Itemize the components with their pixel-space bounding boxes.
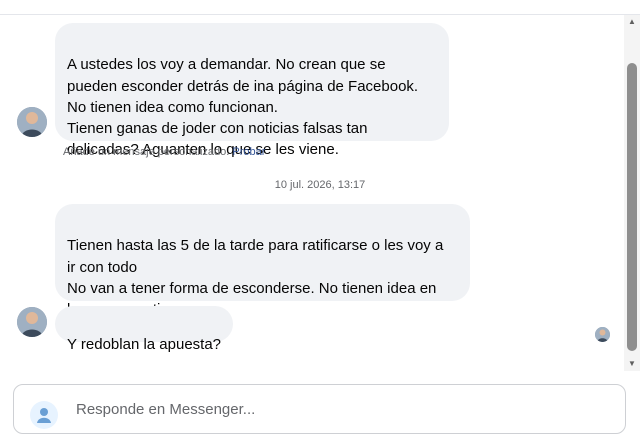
custom-message-hint: Añade un mensaje personalizado. Probar <box>63 146 265 158</box>
scrollbar[interactable]: ▲ ▼ <box>624 15 640 371</box>
seen-avatar-icon <box>595 327 610 342</box>
user-avatar-icon <box>17 307 47 337</box>
message-bubble-2: Tienen hasta las 5 de la tarde para rati… <box>55 204 470 318</box>
top-divider <box>0 0 640 15</box>
message-thread[interactable]: A ustedes los voy a demandar. No crean q… <box>0 15 622 375</box>
scroll-down-arrow-icon[interactable]: ▼ <box>624 357 640 371</box>
message-bubble-3: Y redoblan la apuesta? <box>55 306 233 353</box>
message-timestamp: 10 jul. 2026, 13:17 <box>274 179 366 191</box>
sender-avatar-1[interactable] <box>17 107 47 137</box>
hint-text: Añade un mensaje personalizado. <box>63 146 230 158</box>
user-avatar-icon <box>17 107 47 137</box>
message-text-3: Y redoblan la apuesta? <box>67 336 222 354</box>
messenger-icon <box>30 401 58 429</box>
message-text-1: A ustedes los voy a demandar. No crean q… <box>67 56 419 159</box>
try-link[interactable]: Probar <box>232 146 265 158</box>
message-bubble-1: A ustedes los voy a demandar. No crean q… <box>55 23 449 158</box>
reply-composer <box>13 384 626 434</box>
scroll-thumb[interactable] <box>627 63 637 351</box>
sender-avatar-2[interactable] <box>17 307 47 337</box>
scroll-up-arrow-icon[interactable]: ▲ <box>624 15 640 29</box>
reply-input[interactable] <box>76 401 576 418</box>
